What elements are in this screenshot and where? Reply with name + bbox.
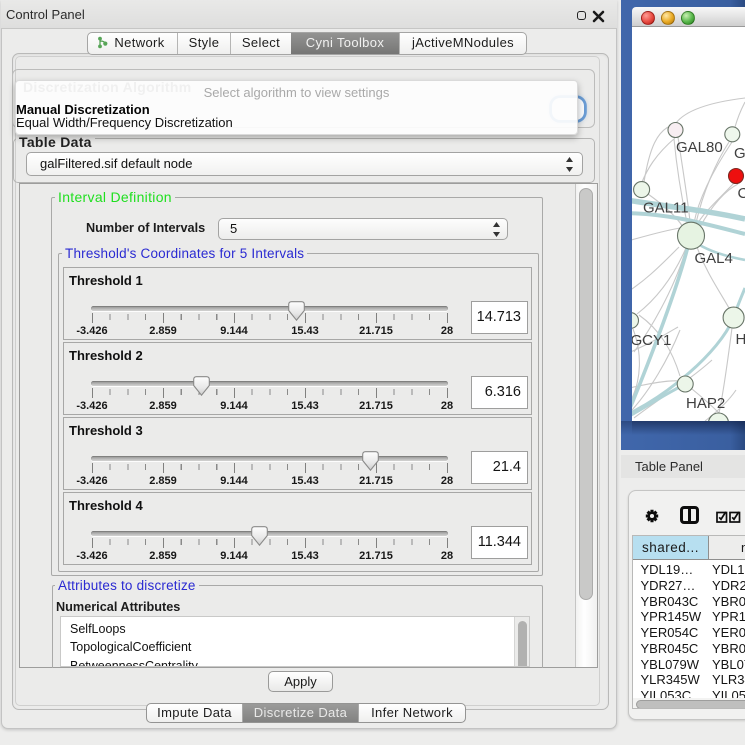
svg-text:H: H [736,331,745,348]
svg-text:GA: GA [734,145,745,162]
svg-text:GAL11: GAL11 [643,200,689,217]
svg-text:GCY1: GCY1 [632,332,671,349]
svg-text:HAP2: HAP2 [686,395,725,412]
svg-text:GAL4: GAL4 [695,250,733,267]
svg-text:GAL80: GAL80 [676,139,723,156]
svg-text:C: C [738,185,745,202]
